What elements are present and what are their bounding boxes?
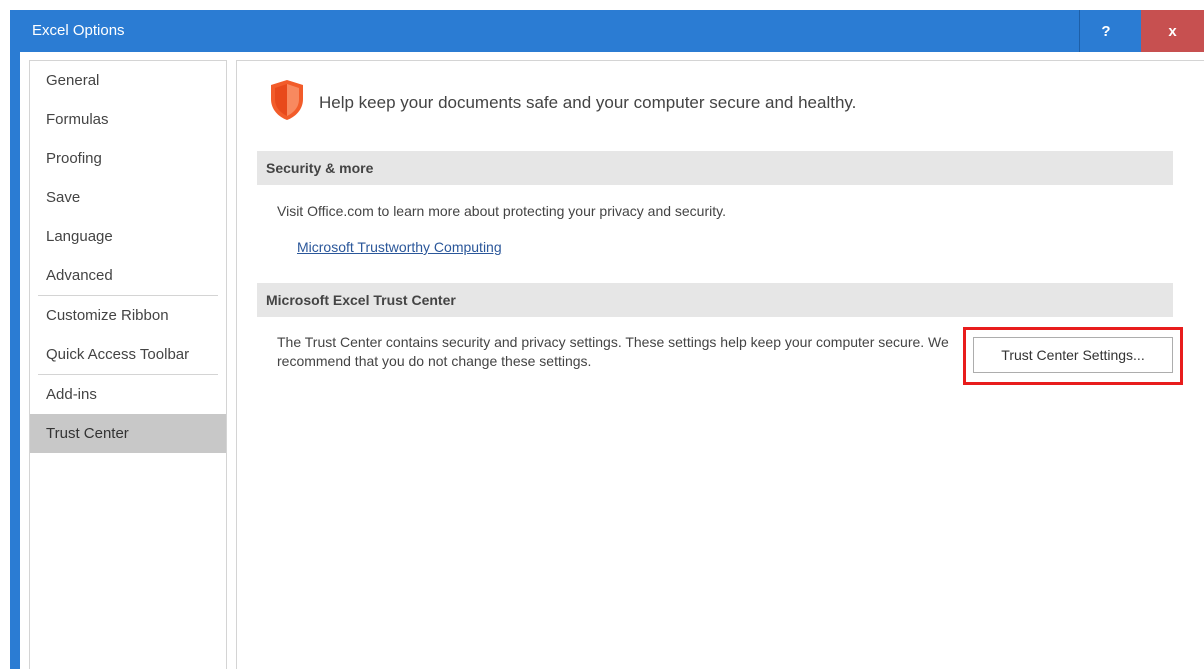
security-description: Visit Office.com to learn more about pro… xyxy=(277,203,726,219)
sidebar-item-general[interactable]: General xyxy=(30,61,226,100)
dialog-body: General Formulas Proofing Save Language … xyxy=(20,52,1204,669)
excel-options-window: Excel Options ? x General Formulas Proof… xyxy=(10,10,1204,669)
help-button[interactable]: ? xyxy=(1079,10,1132,52)
close-button[interactable]: x xyxy=(1141,10,1204,52)
sidebar-item-language[interactable]: Language xyxy=(30,217,226,256)
page-header: Help keep your documents safe and your c… xyxy=(269,79,856,126)
sidebar-item-proofing[interactable]: Proofing xyxy=(30,139,226,178)
sidebar-item-formulas[interactable]: Formulas xyxy=(30,100,226,139)
section-heading-security: Security & more xyxy=(257,151,1173,185)
main-panel: Help keep your documents safe and your c… xyxy=(236,60,1204,669)
sidebar-item-trust-center[interactable]: Trust Center xyxy=(30,414,226,453)
title-bar[interactable]: Excel Options ? x xyxy=(10,10,1204,52)
sidebar-item-save[interactable]: Save xyxy=(30,178,226,217)
shield-icon xyxy=(269,79,305,126)
sidebar-item-advanced[interactable]: Advanced xyxy=(30,256,226,295)
trust-center-description: The Trust Center contains security and p… xyxy=(277,334,949,369)
sidebar-item-customize-ribbon[interactable]: Customize Ribbon xyxy=(30,296,226,335)
page-header-text: Help keep your documents safe and your c… xyxy=(319,92,857,112)
sidebar-item-quick-access-toolbar[interactable]: Quick Access Toolbar xyxy=(30,335,226,374)
trustworthy-computing-link[interactable]: Microsoft Trustworthy Computing xyxy=(297,239,502,255)
section-heading-trust-center: Microsoft Excel Trust Center xyxy=(257,283,1173,317)
window-title: Excel Options xyxy=(32,22,125,39)
sidebar-item-add-ins[interactable]: Add-ins xyxy=(30,375,226,414)
sidebar: General Formulas Proofing Save Language … xyxy=(29,60,227,669)
trust-center-settings-button[interactable]: Trust Center Settings... xyxy=(973,337,1173,373)
